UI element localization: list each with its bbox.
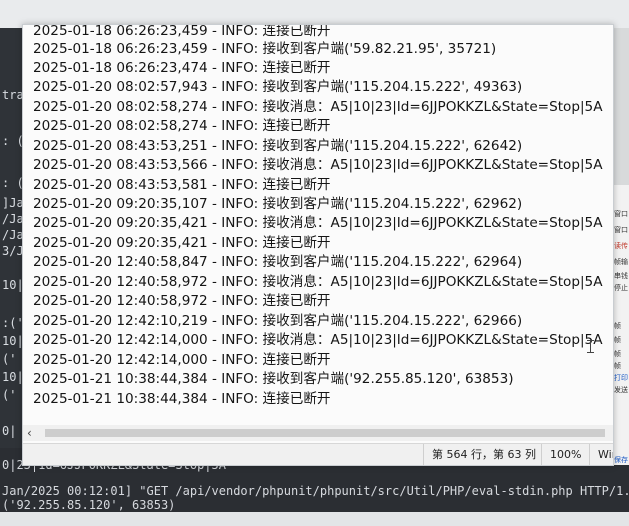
- log-line: 2025-01-18 06:26:23,474 - INFO: 连接已断开: [33, 60, 331, 76]
- terminal-line: 10|: [2, 370, 24, 384]
- right-window-item[interactable]: 读传: [614, 241, 628, 251]
- terminal-line: 10|: [2, 334, 24, 348]
- right-window-item[interactable]: 帧: [614, 361, 621, 371]
- log-line: 2025-01-20 09:20:35,107 - INFO: 接收到客户端('…: [33, 196, 523, 212]
- horizontal-scrollbar[interactable]: ‹: [23, 425, 613, 441]
- log-line: 2025-01-20 12:42:10,219 - INFO: 接收到客户端('…: [33, 313, 523, 329]
- log-line: 2025-01-20 12:40:58,972 - INFO: 连接已断开: [33, 293, 331, 309]
- zoom-level: 100%: [541, 444, 581, 465]
- terminal-line: :(': [2, 316, 24, 330]
- terminal-line: ('92.255.85.120', 63853): [2, 498, 176, 512]
- cursor-position: 第 564 行，第 63 列: [423, 444, 536, 465]
- log-line: 2025-01-21 10:38:44,384 - INFO: 连接已断开: [33, 391, 331, 407]
- log-line: 2025-01-20 12:40:58,972 - INFO: 接收消息：A5|…: [33, 274, 603, 290]
- right-window-item[interactable]: 帧: [614, 335, 621, 345]
- log-line: 2025-01-20 08:43:53,566 - INFO: 接收消息：A5|…: [33, 157, 603, 173]
- log-line: 2025-01-20 12:40:58,847 - INFO: 接收到客户端('…: [33, 254, 523, 270]
- terminal-line: (': [2, 388, 17, 402]
- log-line: 2025-01-20 12:42:14,000 - INFO: 连接已断开: [33, 352, 331, 368]
- line-ending: Windows (CRLF): [589, 444, 613, 465]
- scrollbar-thumb[interactable]: [45, 429, 605, 437]
- right-window-item[interactable]: 帧: [614, 349, 621, 359]
- log-line: 2025-01-21 10:38:44,384 - INFO: 接收到客户端('…: [33, 371, 514, 387]
- terminal-line: 10|: [2, 278, 24, 292]
- screen-bezel-bottom: [0, 512, 629, 526]
- right-window-item[interactable]: 帧输: [614, 257, 628, 267]
- terminal-line: (': [2, 352, 17, 366]
- log-line: 2025-01-20 12:42:14,000 - INFO: 接收消息：A5|…: [33, 332, 603, 348]
- right-window-item[interactable]: 串钱: [614, 271, 628, 281]
- right-window-item[interactable]: 窗口: [614, 225, 628, 235]
- right-window-item[interactable]: 发送: [614, 385, 628, 395]
- terminal-line: Jan/2025 00:12:01] "GET /api/vendor/phpu…: [2, 484, 629, 498]
- notepad-window: 2025-01-18 06:26:23,459 - INFO: 连接已断开 20…: [22, 24, 614, 466]
- scroll-left-arrow-icon[interactable]: ‹: [27, 425, 32, 441]
- log-line: 2025-01-20 08:43:53,251 - INFO: 接收到客户端('…: [33, 138, 523, 154]
- log-line: 2025-01-20 08:02:58,274 - INFO: 连接已断开: [33, 118, 331, 134]
- right-window-item[interactable]: 帧: [614, 321, 621, 331]
- terminal-line: 0|: [2, 424, 17, 438]
- log-line: 2025-01-20 09:20:35,421 - INFO: 连接已断开: [33, 235, 331, 251]
- log-text-editor[interactable]: 2025-01-18 06:26:23,459 - INFO: 连接已断开 20…: [23, 25, 613, 423]
- log-line: 2025-01-20 08:02:58,274 - INFO: 接收消息：A5|…: [33, 99, 603, 115]
- log-line: 2025-01-20 08:02:57,943 - INFO: 接收到客户端('…: [33, 79, 523, 95]
- right-window-item[interactable]: 窗口: [614, 209, 628, 219]
- log-line: 2025-01-18 06:26:23,459 - INFO: 接收到客户端('…: [33, 41, 497, 57]
- right-window-item[interactable]: 打印: [614, 373, 628, 383]
- right-window-item[interactable]: 停止: [614, 283, 628, 293]
- right-window-item[interactable]: 保存: [614, 455, 628, 465]
- terminal-line: : (: [2, 134, 24, 148]
- status-bar: 第 564 行，第 63 列 100% Windows (CRLF): [23, 443, 613, 465]
- log-line: 2025-01-20 09:20:35,421 - INFO: 接收消息：A5|…: [33, 215, 603, 231]
- text-cursor-ibeam-icon: [587, 340, 594, 353]
- log-line: 2025-01-20 08:43:53,581 - INFO: 连接已断开: [33, 177, 331, 193]
